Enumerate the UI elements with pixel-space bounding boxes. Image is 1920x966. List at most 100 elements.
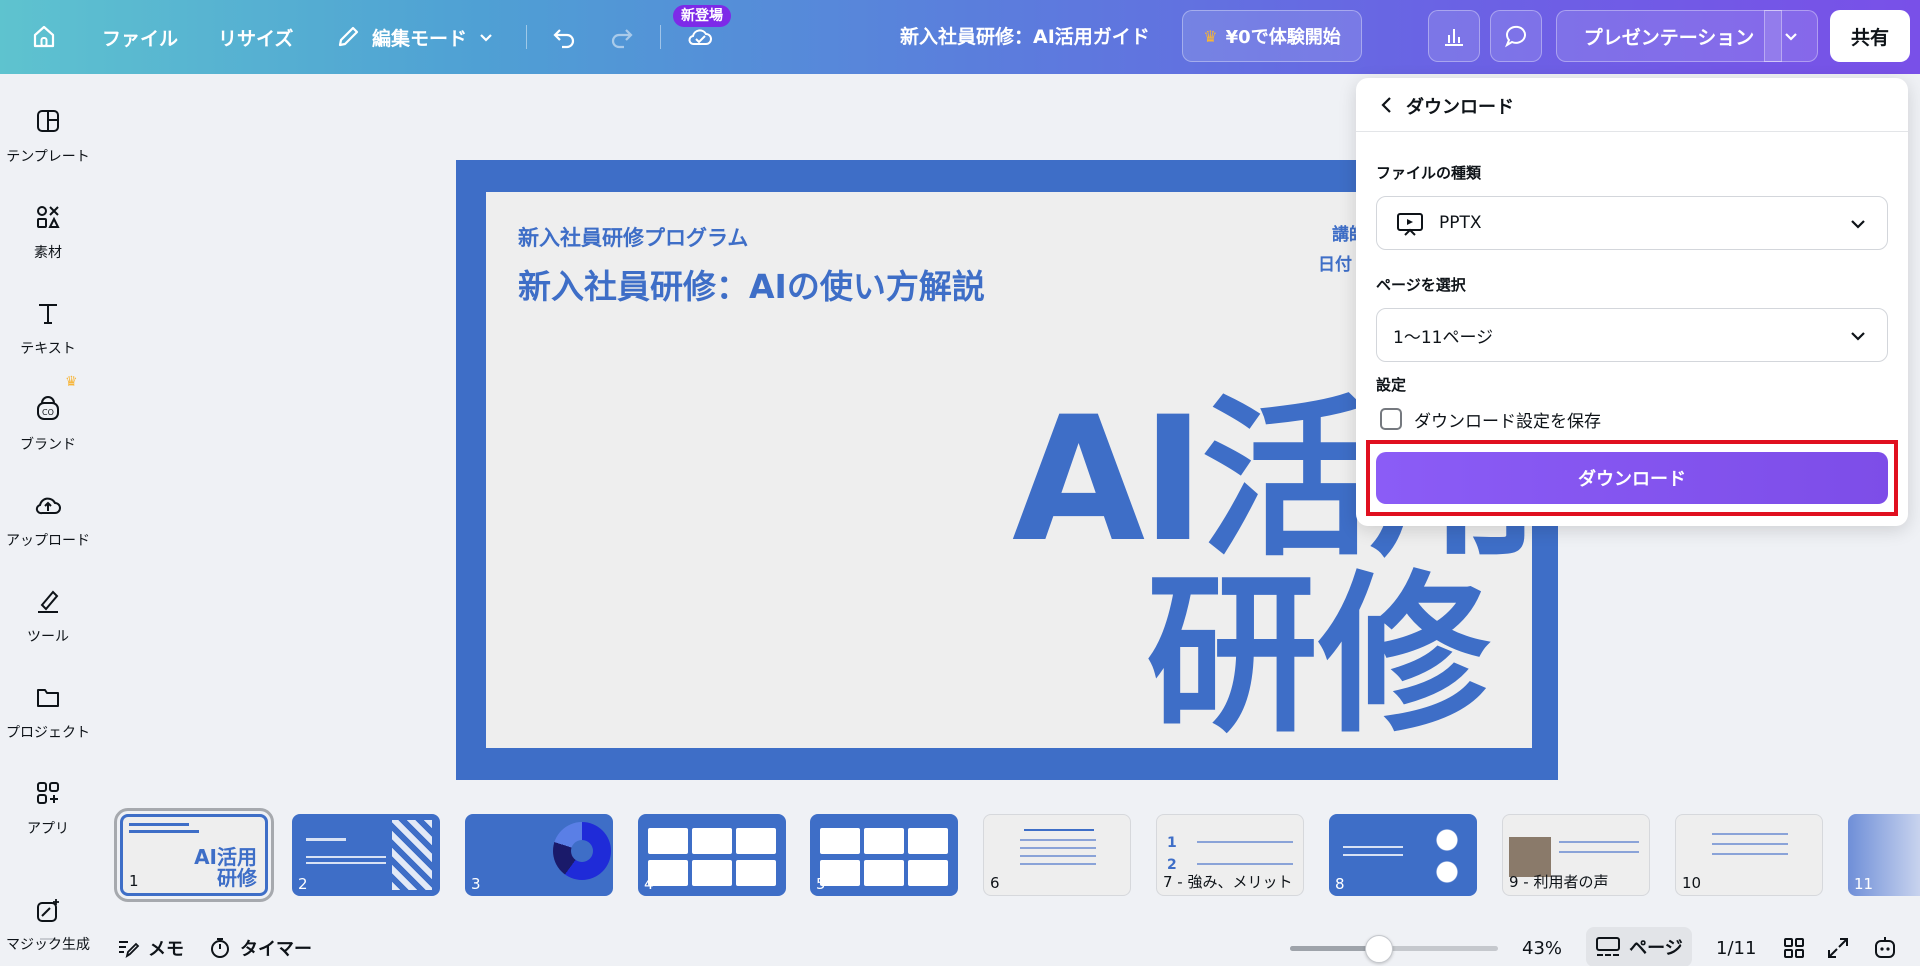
divider [526, 25, 527, 49]
sidebar-item-projects[interactable]: プロジェクト [0, 682, 96, 742]
present-button[interactable]: プレゼンテーション [1556, 10, 1782, 62]
page-view-button[interactable]: ページ [1586, 927, 1692, 966]
edit-mode-menu[interactable]: 編集モード [334, 0, 495, 74]
sidebar-item-text[interactable]: テキスト [0, 298, 96, 358]
home-icon [33, 25, 55, 48]
file-type-select[interactable]: PPTX [1376, 196, 1888, 250]
chevron-down-icon [1785, 33, 1797, 41]
sidebar-item-elements[interactable]: 素材 [0, 202, 96, 262]
page-thumbnail-9[interactable]: 9 - 利用者の声 [1502, 814, 1650, 896]
assistant-button[interactable] [1872, 930, 1898, 966]
file-menu[interactable]: ファイル [102, 0, 178, 74]
chevron-down-icon [480, 34, 492, 42]
edit-mode-label: 編集モード [372, 27, 468, 50]
thumb-label: 2 [298, 875, 308, 893]
thumb-text-line [1343, 854, 1403, 856]
thumb-text-line [1020, 839, 1096, 841]
svg-text:CO: CO [42, 408, 54, 417]
thumb-text-line [1024, 829, 1094, 831]
presentation-file-icon [1397, 213, 1423, 236]
insights-button[interactable] [1428, 10, 1480, 62]
thumb-card [648, 860, 688, 886]
thumb-text-line [129, 830, 199, 833]
grid-icon [1784, 938, 1804, 958]
thumb-text-line [1343, 846, 1403, 848]
page-thumbnail-10[interactable]: 10 [1675, 814, 1823, 896]
apps-icon [37, 782, 59, 804]
back-arrow-icon[interactable] [1376, 94, 1398, 116]
chevron-down-icon [1851, 220, 1865, 229]
share-button[interactable]: 共有 [1830, 10, 1910, 62]
thumb-text-line [306, 856, 386, 858]
thumb-text-line [1020, 847, 1096, 849]
page-thumbnail-8[interactable]: 8 [1329, 814, 1477, 896]
sidebar-item-brand[interactable]: CO ブランド [0, 394, 96, 454]
thumb-text-line [1197, 863, 1293, 865]
page-thumbnail-7[interactable]: 1 2 7 - 強み、メリット [1156, 814, 1304, 896]
sidebar-item-magic[interactable]: マジック生成 [0, 896, 96, 954]
thumb-card [908, 860, 948, 886]
fullscreen-button[interactable] [1826, 930, 1850, 966]
home-button[interactable] [30, 0, 58, 74]
template-icon [37, 110, 59, 132]
sidebar-item-upload[interactable]: アップロード [0, 490, 96, 550]
thumb-text-line [1020, 855, 1096, 857]
page-thumbnail-4[interactable]: 4 [638, 814, 786, 896]
document-title[interactable]: 新入社員研修：AI活用ガイド [900, 0, 1150, 74]
page-counter: 1/11 [1716, 937, 1757, 959]
settings-label: 設定 [1376, 376, 1407, 394]
thumb-card [820, 860, 860, 886]
folder-icon [37, 689, 59, 707]
comment-icon [1504, 25, 1526, 48]
notes-button[interactable]: メモ [116, 930, 184, 966]
page-view-label: ページ [1629, 938, 1683, 959]
expand-icon [1828, 938, 1848, 958]
page-thumbnail-3[interactable]: 3 [465, 814, 613, 896]
save-settings-label[interactable]: ダウンロード設定を保存 [1414, 407, 1601, 432]
page-thumbnail-2[interactable]: 2 [292, 814, 440, 896]
sidebar-label: マジック生成 [6, 937, 90, 953]
thumb-text-line [1020, 863, 1096, 865]
grid-view-button[interactable] [1782, 930, 1806, 966]
thumb-text-line [1712, 843, 1788, 845]
redo-button[interactable] [608, 0, 636, 74]
bottom-bar: メモ タイマー 43% ページ 1/11 [96, 927, 1920, 966]
sidebar-item-tools[interactable]: ツール [0, 586, 96, 646]
free-trial-button[interactable]: ♛ ¥0で体験開始 [1182, 10, 1362, 62]
crown-icon: ♛ [1203, 26, 1218, 46]
page-thumbnail-11[interactable]: 11 [1848, 814, 1920, 896]
slide-title[interactable]: 新入社員研修：AIの使い方解説 [518, 260, 985, 308]
page-thumbnail-5[interactable]: 5 [810, 814, 958, 896]
thumb-headline: AI活用 研修 [194, 845, 257, 890]
present-options-button[interactable] [1764, 10, 1818, 62]
thumb-card [820, 828, 860, 854]
page-thumbnail-1[interactable]: AI活用 研修 1 [114, 808, 274, 902]
thumb-card [648, 828, 688, 854]
sidebar-item-apps[interactable]: アプリ [0, 778, 96, 838]
magic-icon [37, 899, 59, 922]
zoom-slider-handle[interactable] [1365, 935, 1393, 963]
thumb-card [736, 828, 776, 854]
undo-button[interactable] [550, 0, 578, 74]
crown-icon: ♛ [65, 374, 78, 390]
undo-icon [553, 29, 575, 49]
sidebar-label: アプリ [27, 821, 69, 837]
thumb-text-line [1197, 841, 1293, 843]
sidebar-label: プロジェクト [6, 725, 90, 741]
slide-subtitle[interactable]: 新入社員研修プログラム [518, 222, 748, 252]
thumb-text-line [1559, 841, 1639, 843]
comment-button[interactable] [1490, 10, 1542, 62]
slide-headline-line2[interactable]: 研修 [1146, 570, 1490, 742]
sidebar-label: アップロード [6, 533, 90, 549]
slide-date-label[interactable]: 日付 [1318, 250, 1352, 275]
zoom-value[interactable]: 43% [1522, 930, 1562, 966]
resize-menu[interactable]: リサイズ [218, 0, 293, 74]
sidebar-item-templates[interactable]: テンプレート [0, 106, 96, 166]
save-settings-checkbox[interactable] [1380, 408, 1402, 430]
pages-label: ページを選択 [1376, 276, 1466, 294]
page-thumbnail-6[interactable]: 6 [983, 814, 1131, 896]
highlight-box [1366, 440, 1898, 516]
timer-button[interactable]: タイマー [208, 930, 312, 966]
pages-select[interactable]: 1〜11ページ [1376, 308, 1888, 362]
zoom-slider[interactable] [1290, 946, 1498, 951]
